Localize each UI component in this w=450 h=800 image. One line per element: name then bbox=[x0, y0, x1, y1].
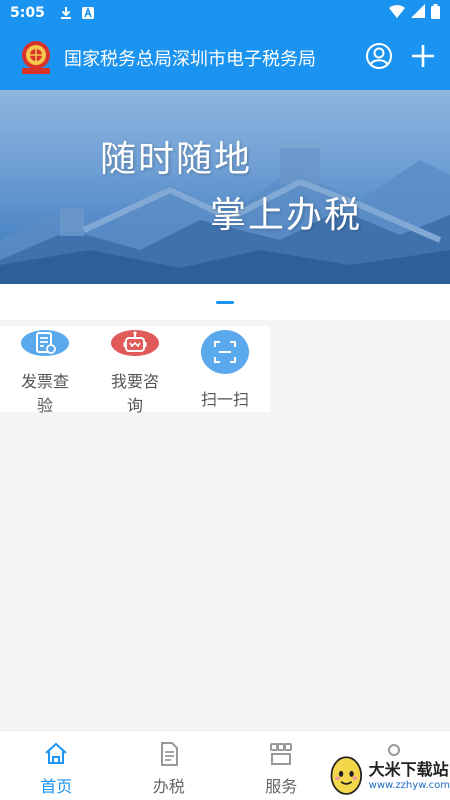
tab-tax[interactable]: 办税 bbox=[113, 731, 226, 800]
invoice-check-icon bbox=[21, 330, 69, 356]
page-title: 国家税务总局深圳市电子税务局 bbox=[64, 49, 316, 70]
document-icon bbox=[156, 741, 182, 767]
quick-actions: 发票查验 我要咨询 扫一扫 bbox=[0, 326, 270, 415]
site-watermark: 大米下载站 www.zzhyw.com bbox=[328, 746, 450, 800]
watermark-url: www.zzhyw.com bbox=[368, 779, 450, 791]
app-header: 国家税务总局深圳市电子税务局 bbox=[0, 26, 450, 90]
banner-line-1: 随时随地 bbox=[100, 139, 253, 180]
signal-icon bbox=[411, 4, 425, 22]
egg-mascot-icon bbox=[330, 756, 363, 795]
app-a-icon bbox=[81, 6, 95, 20]
consult-button[interactable]: 我要咨询 bbox=[90, 326, 180, 415]
user-button[interactable] bbox=[364, 43, 394, 73]
service-icon bbox=[268, 741, 294, 767]
tab-home-label: 首页 bbox=[40, 777, 73, 796]
banner-line-2: 掌上办税 bbox=[210, 195, 363, 236]
battery-icon bbox=[431, 3, 440, 23]
status-bar: 5:05 bbox=[0, 0, 450, 26]
carousel-indicator bbox=[216, 301, 234, 304]
tab-home[interactable]: 首页 bbox=[0, 731, 113, 800]
invoice-check-label: 发票查验 bbox=[20, 372, 69, 415]
watermark-name: 大米下载站 bbox=[368, 759, 449, 779]
invoice-check-button[interactable]: 发票查验 bbox=[0, 326, 90, 415]
plus-icon bbox=[410, 43, 436, 73]
robot-icon bbox=[111, 330, 159, 356]
tab-service-label: 服务 bbox=[265, 777, 298, 796]
home-icon bbox=[43, 741, 69, 767]
tab-tax-label: 办税 bbox=[152, 777, 185, 796]
tab-service[interactable]: 服务 bbox=[225, 731, 338, 800]
scan-label: 扫一扫 bbox=[200, 390, 249, 409]
user-icon bbox=[365, 42, 393, 74]
status-time: 5:05 bbox=[10, 5, 45, 21]
scan-button[interactable]: 扫一扫 bbox=[180, 326, 270, 412]
consult-label: 我要咨询 bbox=[110, 372, 159, 415]
download-icon bbox=[59, 6, 73, 20]
scan-icon bbox=[201, 330, 249, 374]
carousel-indicator-row bbox=[0, 284, 450, 320]
wifi-icon bbox=[389, 4, 405, 22]
status-right-icons bbox=[389, 3, 440, 23]
tax-emblem-icon bbox=[16, 38, 56, 78]
add-button[interactable] bbox=[408, 43, 438, 73]
banner-carousel[interactable]: 随时随地 掌上办税 bbox=[0, 90, 450, 284]
